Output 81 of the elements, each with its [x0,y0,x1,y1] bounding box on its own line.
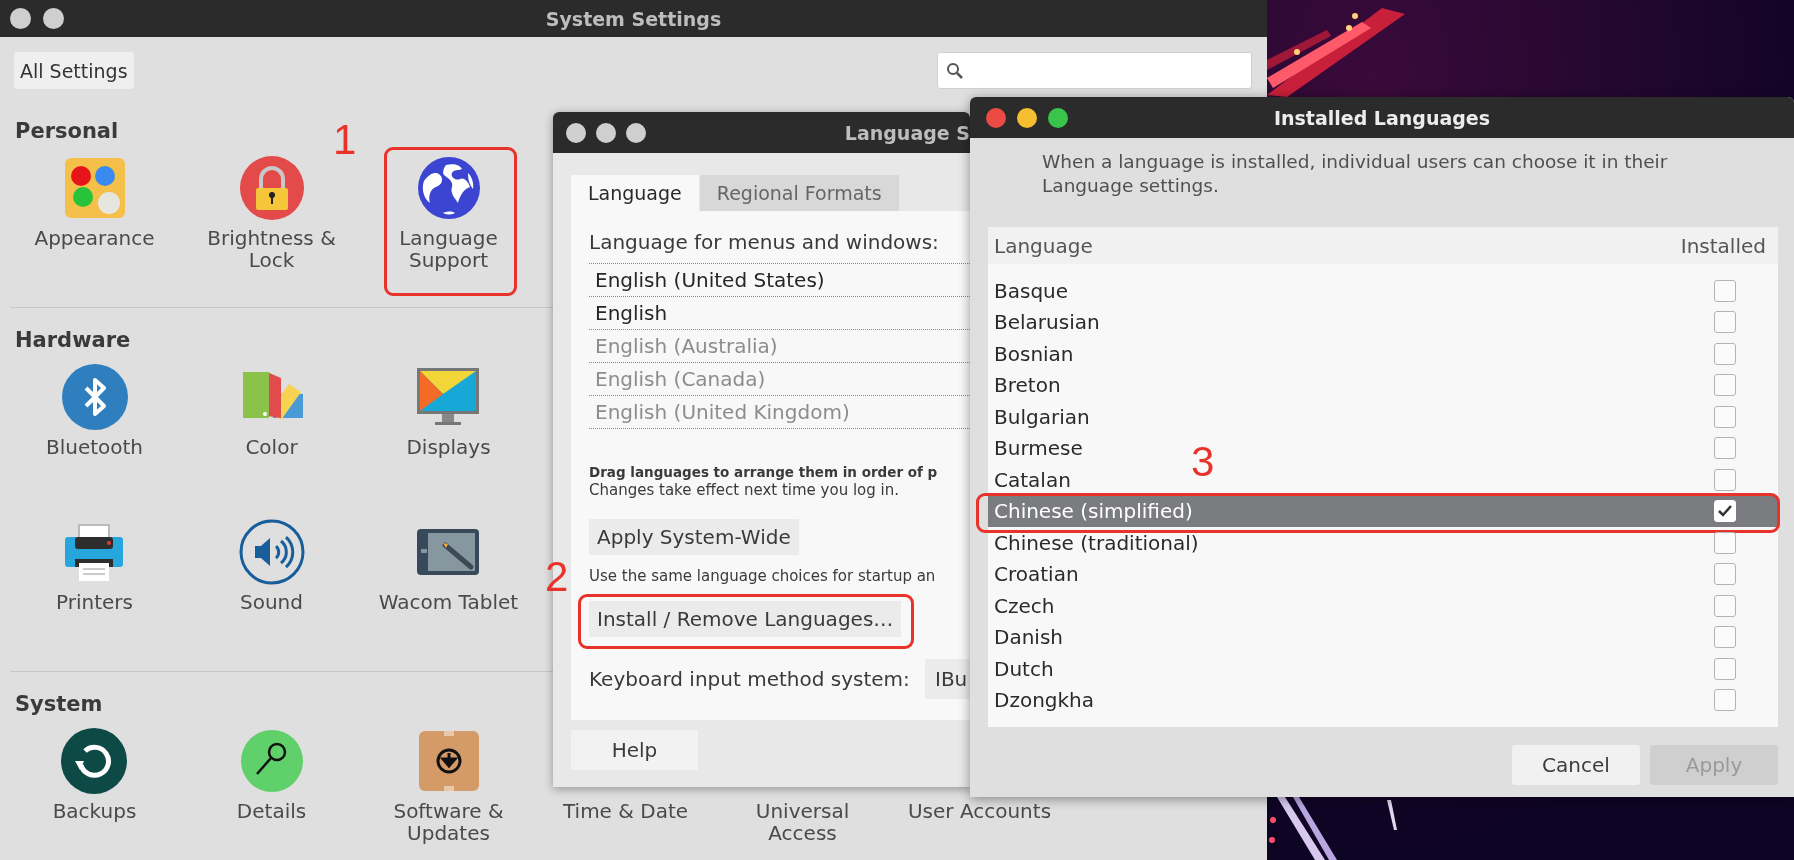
close-button[interactable] [566,122,586,143]
settings-item[interactable]: Wacom Tablet [378,519,519,613]
help-button[interactable]: Help [571,730,698,770]
settings-item[interactable]: Color [238,364,305,458]
checkbox[interactable] [1714,657,1736,680]
maximize-button[interactable] [626,122,646,143]
annotation-number: 2 [545,556,569,598]
settings-item[interactable]: Appearance [34,155,155,249]
checkbox[interactable] [1714,374,1736,397]
checkbox[interactable] [1714,342,1736,365]
magnifier-icon [238,728,305,794]
checkbox[interactable] [1714,311,1736,334]
language-row[interactable]: Chinese (traditional) [994,530,1199,555]
language-row[interactable]: Dzongkha [994,688,1095,713]
language-row[interactable]: Chinese (simplified) [988,495,1778,527]
all-settings-button[interactable]: All Settings [14,52,134,89]
tab[interactable]: Regional Formats [699,175,899,211]
minimize-button[interactable] [596,122,616,143]
checkbox[interactable] [1714,437,1736,460]
globe-icon [415,155,482,221]
language-row[interactable]: Danish [994,625,1063,650]
section-heading: Personal [14,119,119,143]
column-header[interactable]: Installed [1680,233,1766,258]
settings-item[interactable]: User Accounts [907,800,1052,822]
column-header[interactable]: Language [994,233,1093,258]
checkbox[interactable] [1714,563,1736,586]
language-row[interactable]: Breton [994,373,1061,398]
language-row[interactable]: Bulgarian [994,404,1090,429]
checkbox[interactable] [1714,531,1736,554]
settings-item[interactable]: Software & Updates [373,728,524,844]
search-icon [946,61,964,80]
backup-icon [61,728,128,794]
close-button[interactable] [986,107,1006,128]
checkbox[interactable] [1714,626,1736,649]
padlock-icon [238,155,305,221]
language-row[interactable]: Burmese [994,436,1083,461]
language-row[interactable]: Croatian [994,562,1079,587]
window-title: System Settings [545,7,722,30]
apply-system-wide-button[interactable]: Apply System-Wide [589,519,799,555]
checkbox[interactable] [1714,468,1736,491]
checkbox[interactable] [1714,279,1736,302]
close-button[interactable] [10,8,31,29]
language-row[interactable]: Belarusian [994,310,1100,335]
note-text: Use the same language choices for startup an [589,567,936,585]
speaker-icon [238,519,305,585]
bluetooth-icon [61,364,128,430]
settings-item[interactable]: Language Support [373,155,524,271]
language-row[interactable]: Dutch [994,656,1054,681]
tab[interactable]: Language [571,175,699,211]
settings-item[interactable]: Sound [238,519,305,613]
hint-text: Drag languages to arrange them in order of p [589,464,938,481]
annotation-number: 3 [1191,440,1215,483]
language-row[interactable]: Catalan [994,467,1071,492]
settings-item[interactable]: Time & Date [562,800,689,822]
settings-item[interactable]: Universal Access [727,800,878,844]
window-title: Language S [844,121,970,144]
settings-item[interactable]: Printers [56,519,133,613]
section-heading: Hardware [14,328,131,352]
checkbox[interactable] [1714,405,1736,428]
checkbox[interactable] [1714,689,1736,712]
field-label: Keyboard input method system: [589,667,910,691]
description-text: When a language is installed, individual users can choose it in their Language settings. [1042,150,1669,198]
dialog-button[interactable]: Cancel [1512,745,1640,785]
settings-item[interactable]: Bluetooth [45,364,144,458]
dropdown[interactable]: IBu [925,659,970,699]
settings-item[interactable]: Details [236,728,307,822]
minimize-button[interactable] [1017,107,1037,128]
language-row[interactable]: Czech [994,593,1055,618]
language-row[interactable]: Basque [994,278,1069,303]
maximize-button[interactable] [1048,107,1068,128]
section-heading: System [14,692,103,716]
settings-item[interactable]: Displays [406,364,491,458]
list-label: Language for menus and windows: [589,229,939,255]
window-title: Installed Languages [1273,106,1491,129]
search-field[interactable] [937,52,1252,89]
settings-item[interactable]: Backups [52,728,137,822]
note-text: Changes take effect next time you log in. [589,481,899,499]
minimize-button[interactable] [43,8,64,29]
language-row[interactable]: Bosnian [994,341,1074,366]
install-remove-button[interactable]: Install / Remove Languages… [589,601,902,637]
checkbox[interactable] [1714,594,1736,617]
